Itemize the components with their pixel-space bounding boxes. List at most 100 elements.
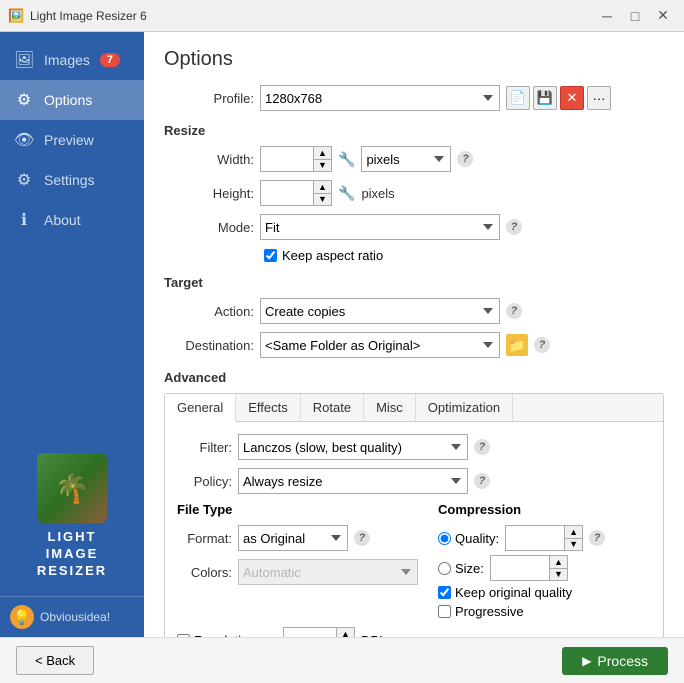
quality-row: Quality: 90% ▲ ▼ ?	[438, 525, 651, 551]
window-controls: ─ □ ✕	[594, 3, 676, 29]
tab-effects[interactable]: Effects	[236, 394, 301, 421]
tab-misc[interactable]: Misc	[364, 394, 416, 421]
sidebar-item-preview[interactable]: 👁 Preview	[0, 120, 144, 160]
process-button[interactable]: ▶ Process	[562, 647, 668, 675]
keep-aspect-label[interactable]: Keep aspect ratio	[282, 248, 383, 263]
profile-select[interactable]: 1280x768	[260, 85, 500, 111]
width-unit-select[interactable]: pixels	[361, 146, 451, 172]
action-select[interactable]: Create copies Replace original Move and …	[260, 298, 500, 324]
quality-radio[interactable]	[438, 532, 451, 545]
height-input[interactable]: 768	[260, 180, 314, 206]
title-bar: 🖼️ Light Image Resizer 6 ─ □ ✕	[0, 0, 684, 32]
resolution-checkbox[interactable]	[177, 634, 190, 638]
back-button[interactable]: < Back	[16, 646, 94, 675]
logo-image	[37, 453, 107, 523]
tab-general[interactable]: General	[165, 394, 236, 422]
mode-help-icon[interactable]: ?	[506, 219, 522, 235]
profile-more-button[interactable]: ···	[587, 86, 611, 110]
size-label: Size:	[455, 561, 484, 576]
about-icon: ℹ	[14, 210, 34, 230]
close-button[interactable]: ✕	[650, 3, 676, 29]
sidebar-label-settings: Settings	[44, 172, 95, 188]
policy-select[interactable]: Always resize Only if larger Only if sma…	[238, 468, 468, 494]
profile-new-button[interactable]: 📄	[506, 86, 530, 110]
filter-select[interactable]: Lanczos (slow, best quality) Bicubic Bil…	[238, 434, 468, 460]
progressive-checkbox[interactable]	[438, 605, 451, 618]
keep-quality-label[interactable]: Keep original quality	[455, 585, 572, 600]
sidebar-item-options[interactable]: ⚙ Options	[0, 80, 144, 120]
height-decrement[interactable]: ▼	[314, 193, 332, 206]
sidebar-label-preview: Preview	[44, 132, 94, 148]
file-type-section: File Type Format: as Original JPEG PNG B…	[177, 502, 418, 619]
keep-quality-row: Keep original quality	[438, 585, 651, 600]
content-area: Options Profile: 1280x768 📄 💾 ✕ ··· Resi…	[144, 32, 684, 637]
advanced-section-label: Advanced	[164, 370, 664, 385]
play-icon: ▶	[582, 654, 591, 668]
dest-help-icon[interactable]: ?	[534, 337, 550, 353]
sidebar-item-images[interactable]: 🖼 Images 7	[0, 40, 144, 80]
width-increment[interactable]: ▲	[314, 146, 332, 159]
progressive-label[interactable]: Progressive	[455, 604, 524, 619]
resolution-spinner: 96 ▲ ▼	[283, 627, 355, 637]
compression-title: Compression	[438, 502, 651, 517]
height-wrench-icon[interactable]: 🔧	[338, 185, 355, 202]
settings-icon: ⚙	[14, 170, 34, 190]
filter-row: Filter: Lanczos (slow, best quality) Bic…	[177, 434, 651, 460]
size-spinner: 100 KB ▲ ▼	[490, 555, 568, 581]
action-help-icon[interactable]: ?	[506, 303, 522, 319]
keep-quality-checkbox[interactable]	[438, 586, 451, 599]
quality-help-icon[interactable]: ?	[589, 530, 605, 546]
target-section-label: Target	[164, 275, 664, 290]
quality-radio-label[interactable]: Quality:	[438, 531, 499, 546]
profile-save-button[interactable]: 💾	[533, 86, 557, 110]
sidebar-label-about: About	[44, 212, 81, 228]
dest-select[interactable]: <Same Folder as Original>	[260, 332, 500, 358]
nav-items: 🖼 Images 7 ⚙ Options 👁 Preview ⚙ Setting…	[0, 32, 144, 248]
minimize-button[interactable]: ─	[594, 3, 620, 29]
height-increment[interactable]: ▲	[314, 180, 332, 193]
profile-delete-button[interactable]: ✕	[560, 86, 584, 110]
colors-select[interactable]: Automatic	[238, 559, 418, 585]
keep-aspect-row: Keep aspect ratio	[264, 248, 664, 263]
quality-spinner: 90% ▲ ▼	[505, 525, 583, 551]
width-input[interactable]: 1280	[260, 146, 314, 172]
advanced-box: General Effects Rotate Misc Optimization…	[164, 393, 664, 637]
size-radio[interactable]	[438, 562, 451, 575]
colors-label: Colors:	[177, 565, 232, 580]
size-row: Size: 100 KB ▲ ▼	[438, 555, 651, 581]
tab-optimization[interactable]: Optimization	[416, 394, 513, 421]
app-icon: 🖼️	[8, 8, 24, 24]
keep-aspect-checkbox[interactable]	[264, 249, 277, 262]
sidebar-item-about[interactable]: ℹ About	[0, 200, 144, 240]
sidebar-logo: LIGHTIMAGERESIZER	[0, 433, 144, 596]
width-wrench-icon[interactable]: 🔧	[338, 151, 355, 168]
width-help-icon[interactable]: ?	[457, 151, 473, 167]
width-label: Width:	[164, 152, 254, 167]
mode-select[interactable]: Fit Stretch Crop Pad	[260, 214, 500, 240]
height-unit-label: pixels	[361, 186, 394, 201]
resolution-increment[interactable]: ▲	[337, 627, 355, 637]
filter-label: Filter:	[177, 440, 232, 455]
size-increment[interactable]: ▲	[550, 555, 568, 568]
quality-input[interactable]: 90%	[505, 525, 565, 551]
maximize-button[interactable]: □	[622, 3, 648, 29]
dest-row: Destination: <Same Folder as Original> 📁…	[164, 332, 664, 358]
sidebar-item-settings[interactable]: ⚙ Settings	[0, 160, 144, 200]
progressive-row: Progressive	[438, 604, 651, 619]
width-decrement[interactable]: ▼	[314, 159, 332, 172]
tab-rotate[interactable]: Rotate	[301, 394, 364, 421]
quality-increment[interactable]: ▲	[565, 525, 583, 538]
resolution-input[interactable]: 96	[283, 627, 337, 637]
resolution-checkbox-label[interactable]: Resolution:	[177, 633, 277, 638]
quality-decrement[interactable]: ▼	[565, 538, 583, 551]
size-decrement[interactable]: ▼	[550, 568, 568, 581]
filter-help-icon[interactable]: ?	[474, 439, 490, 455]
format-help-icon[interactable]: ?	[354, 530, 370, 546]
mode-row: Mode: Fit Stretch Crop Pad ?	[164, 214, 664, 240]
logo-text: LIGHTIMAGERESIZER	[37, 529, 107, 580]
size-radio-label[interactable]: Size:	[438, 561, 484, 576]
format-select[interactable]: as Original JPEG PNG BMP TIFF WebP	[238, 525, 348, 551]
policy-help-icon[interactable]: ?	[474, 473, 490, 489]
folder-browse-icon[interactable]: 📁	[506, 334, 528, 356]
size-input[interactable]: 100 KB	[490, 555, 550, 581]
